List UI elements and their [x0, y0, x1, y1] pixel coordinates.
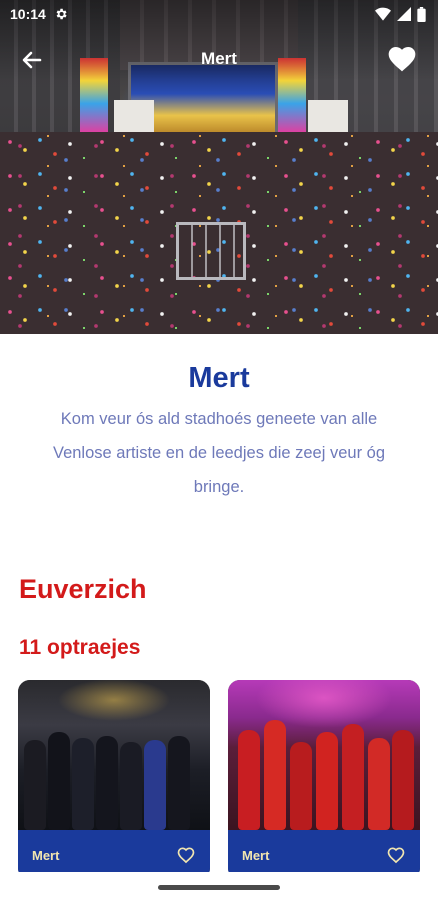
arrow-left-icon[interactable]	[20, 48, 44, 72]
page-description: Kom veur ós ald stadhoés geneete van all…	[52, 410, 386, 496]
gesture-handle[interactable]	[158, 885, 280, 890]
performance-card[interactable]: Mert	[18, 680, 210, 880]
settings-gear-icon	[56, 8, 67, 20]
status-time: 10:14	[10, 6, 46, 22]
card-title: Mert	[32, 847, 60, 863]
signal-icon	[397, 7, 411, 21]
heart-filled-icon[interactable]	[386, 43, 418, 75]
section-title-overview: Euverzich	[19, 574, 147, 604]
app-bar: Mert	[0, 38, 438, 80]
page-title: Mert	[188, 362, 250, 394]
performances-count: 11 optraejes	[19, 636, 141, 659]
heart-outline-icon[interactable]	[176, 845, 196, 865]
heart-outline-icon[interactable]	[386, 845, 406, 865]
status-bar: 10:14	[0, 0, 438, 28]
wifi-icon	[375, 7, 391, 21]
battery-icon	[417, 6, 426, 22]
performance-photo	[228, 680, 420, 830]
card-title: Mert	[242, 847, 270, 863]
performance-photo	[18, 680, 210, 830]
app-bar-title: Mert	[201, 49, 237, 68]
performance-card[interactable]: Mert	[228, 680, 420, 880]
